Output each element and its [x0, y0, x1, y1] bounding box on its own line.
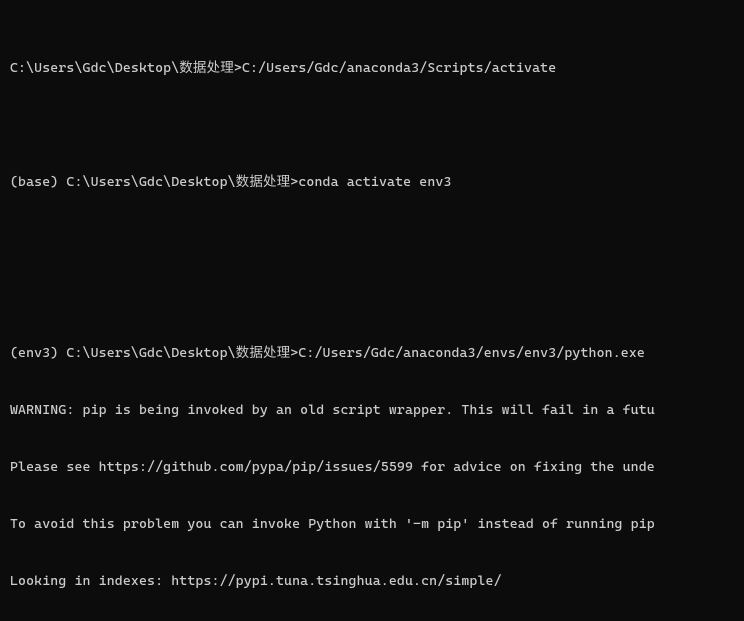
prompt-line: C:\Users\Gdc\Desktop\数据处理>C:/Users/Gdc/a… [10, 59, 744, 78]
blank-line [10, 116, 744, 135]
blank-line [10, 287, 744, 306]
prompt-line: (env3) C:\Users\Gdc\Desktop\数据处理>C:/User… [10, 344, 744, 363]
terminal-window[interactable]: C:\Users\Gdc\Desktop\数据处理>C:/Users/Gdc/a… [0, 0, 744, 621]
command-text: C:/Users/Gdc/anaconda3/Scripts/activate [242, 60, 556, 76]
blank-line [10, 230, 744, 249]
command-text: C:/Users/Gdc/anaconda3/envs/env3/python.… [298, 345, 645, 361]
cwd-prompt: (env3) C:\Users\Gdc\Desktop\数据处理> [10, 345, 298, 361]
prompt-line: (base) C:\Users\Gdc\Desktop\数据处理>conda a… [10, 173, 744, 192]
output-line: To avoid this problem you can invoke Pyt… [10, 515, 744, 534]
output-line: Looking in indexes: https://pypi.tuna.ts… [10, 572, 744, 591]
command-text: conda activate env3 [298, 174, 451, 190]
cwd-prompt: C:\Users\Gdc\Desktop\数据处理> [10, 60, 242, 76]
output-line: WARNING: pip is being invoked by an old … [10, 401, 744, 420]
cwd-prompt: (base) C:\Users\Gdc\Desktop\数据处理> [10, 174, 298, 190]
output-line: Please see https://github.com/pypa/pip/i… [10, 458, 744, 477]
